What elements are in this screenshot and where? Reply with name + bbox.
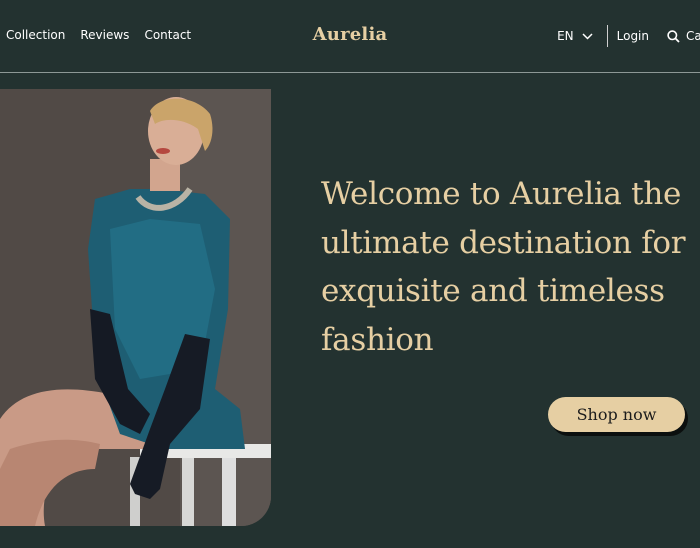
chevron-down-icon bbox=[582, 32, 593, 40]
hero-headline: Welcome to Aurelia the ultimate destinat… bbox=[321, 176, 686, 358]
search-button[interactable] bbox=[667, 29, 680, 43]
language-label: EN bbox=[557, 29, 574, 43]
language-selector[interactable]: EN bbox=[557, 29, 593, 43]
utility-nav: EN Login Ca bbox=[557, 24, 700, 48]
shop-now-button[interactable]: Shop now bbox=[548, 397, 685, 432]
cart-link[interactable]: Ca bbox=[686, 29, 700, 43]
search-icon bbox=[667, 29, 680, 43]
hero-image bbox=[0, 89, 271, 526]
login-link[interactable]: Login bbox=[617, 29, 649, 43]
nav-divider bbox=[606, 25, 608, 47]
header-divider bbox=[0, 72, 700, 73]
